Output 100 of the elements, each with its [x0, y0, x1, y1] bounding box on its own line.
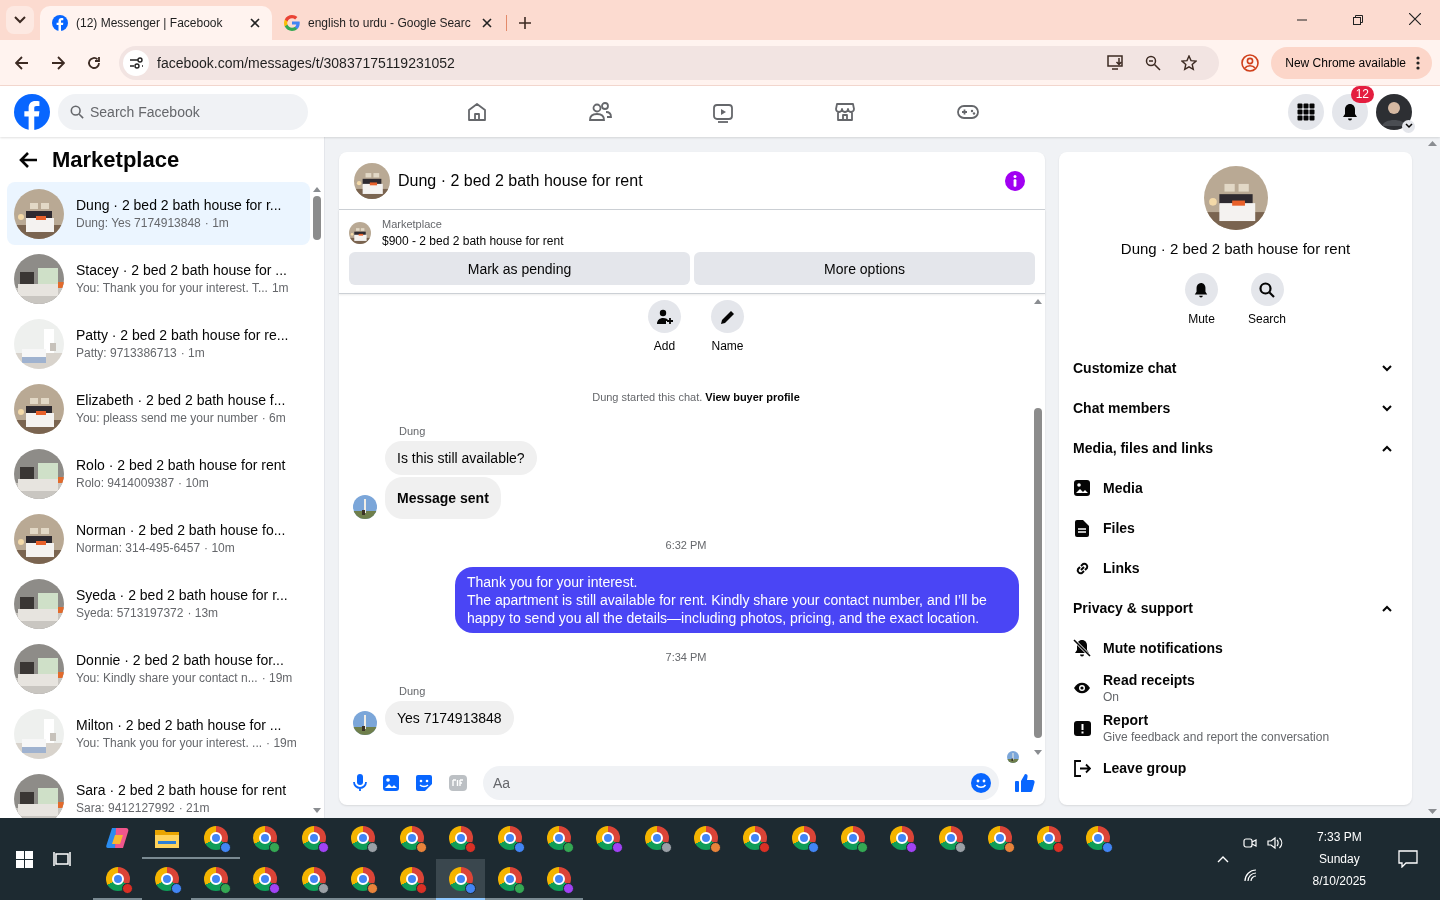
windows-start-icon[interactable]: [16, 850, 33, 868]
search-icon: [70, 104, 84, 119]
close-icon[interactable]: [250, 18, 260, 28]
update-button[interactable]: New Chrome available: [1271, 46, 1432, 79]
conversation-item[interactable]: Rolo · 2 bed 2 bath house for rent Rolo: 9414009387 · 10m: [7, 442, 310, 505]
section-header[interactable]: Media, files and links: [1073, 428, 1398, 468]
network-icon[interactable]: [1242, 868, 1259, 882]
menu-item[interactable]: Read receipts On: [1073, 668, 1398, 708]
menu-item[interactable]: Report Give feedback and report the conversation: [1073, 708, 1398, 748]
message-time: · 13m: [187, 606, 219, 620]
meeting-icon[interactable]: [1242, 836, 1257, 850]
profile-link[interactable]: View buyer profile: [705, 391, 800, 403]
scroll-up-icon[interactable]: [1034, 298, 1042, 304]
image-icon[interactable]: [383, 774, 399, 791]
browser-tab[interactable]: (12) Messenger | Facebook: [40, 6, 272, 40]
conversation-name: Dung · 2 bed 2 bath house for rent: [1120, 240, 1351, 257]
star-icon[interactable]: [1181, 54, 1198, 71]
menu-button[interactable]: [1288, 93, 1324, 130]
chrome-icon: [938, 825, 963, 850]
marketplace-icon[interactable]: [834, 100, 856, 123]
conversation-title: Donnie · 2 bed 2 bath house for...: [76, 652, 285, 668]
conversation-item[interactable]: Donnie · 2 bed 2 bath house for... You: Kindly share your contact n... · 19m: [7, 637, 310, 700]
message-bubble: Is this still available?: [385, 441, 537, 475]
sticker-icon[interactable]: [415, 773, 433, 792]
menu-item[interactable]: Mute notifications: [1073, 628, 1398, 668]
conversation-item[interactable]: Syeda · 2 bed 2 bath house for r... Syeda: 5713197372 · 13m: [7, 572, 310, 635]
chrome-icon: [791, 825, 816, 850]
close-icon[interactable]: [482, 18, 492, 28]
account-avatar[interactable]: [1376, 93, 1412, 130]
home-icon[interactable]: [466, 100, 488, 123]
new-tab-icon[interactable]: [519, 17, 531, 29]
browser-tab[interactable]: english to urdu - Google Searc: [272, 6, 504, 40]
message-input[interactable]: Aa: [483, 765, 999, 800]
section-header[interactable]: Privacy & support: [1073, 588, 1398, 628]
listing-button[interactable]: Mark as pending: [349, 252, 690, 285]
chat-title: Dung · 2 bed 2 bath house for rent: [398, 171, 643, 190]
address-bar[interactable]: facebook.com/messages/t/30837175119231052: [119, 45, 1220, 80]
conversation-item[interactable]: Dung · 2 bed 2 bath house for r... Dung: Yes 7174913848 · 1m: [7, 182, 310, 245]
install-app-icon[interactable]: [1107, 54, 1126, 71]
scroll-down-icon[interactable]: [1428, 809, 1437, 815]
taskbar-app[interactable]: [436, 859, 485, 900]
notification-center-icon[interactable]: [1398, 850, 1418, 868]
menu-item[interactable]: Leave group: [1073, 748, 1398, 788]
back-arrow-icon[interactable]: [18, 150, 38, 169]
scroll-up-icon[interactable]: [1428, 140, 1437, 146]
scroll-down-icon[interactable]: [313, 808, 321, 814]
menu-item[interactable]: Links: [1073, 548, 1398, 588]
section-header[interactable]: Customize chat: [1073, 348, 1398, 388]
scrollbar-thumb[interactable]: [313, 196, 321, 240]
conversation-item[interactable]: Patty · 2 bed 2 bath house for re... Patty: 9713386713 · 1m: [7, 312, 310, 375]
scroll-down-icon[interactable]: [1034, 750, 1042, 756]
gaming-icon[interactable]: [956, 102, 980, 121]
conversation-item[interactable]: Milton · 2 bed 2 bath house for ... You: Thank you for your interest. ... · 19m: [7, 702, 310, 765]
back-icon[interactable]: [15, 55, 29, 70]
section-header[interactable]: Chat members: [1073, 388, 1398, 428]
message-bubble: Message sent: [385, 477, 501, 519]
speaker-icon[interactable]: [1266, 836, 1283, 850]
thumbs-up-icon[interactable]: [1015, 772, 1035, 793]
listing-button[interactable]: More options: [694, 252, 1035, 285]
chevron-up-icon[interactable]: [1216, 855, 1229, 863]
folder-icon: [154, 827, 179, 848]
zoom-icon[interactable]: [1145, 54, 1162, 71]
conversation-title: Sara · 2 bed 2 bath house for rent: [76, 782, 287, 798]
menu-item[interactable]: Files: [1073, 508, 1398, 548]
message-time: · 6m: [261, 411, 286, 425]
microphone-icon[interactable]: [353, 773, 367, 792]
conversation-item[interactable]: Norman · 2 bed 2 bath house fo... Norman: 314-495-6457 · 10m: [7, 507, 310, 570]
grid-menu-icon: [1297, 102, 1315, 121]
forward-icon[interactable]: [51, 55, 65, 70]
conversation-item[interactable]: Stacey · 2 bed 2 bath house for ... You: Thank you for your interest. T... 1m: [7, 247, 310, 310]
emoji-icon[interactable]: [971, 772, 991, 793]
facebook-icon: [52, 15, 68, 31]
sender-name: Dung: [399, 685, 426, 697]
profile-icon[interactable]: [1241, 53, 1260, 72]
clock-date: 8/10/2025: [1312, 874, 1366, 888]
tab-search-button[interactable]: [6, 6, 34, 34]
message-preview: You: pleass send me your number: [76, 411, 258, 425]
friends-icon[interactable]: [588, 100, 612, 123]
scroll-up-icon[interactable]: [313, 186, 321, 192]
url-text: facebook.com/messages/t/30837175119231052: [157, 54, 455, 71]
eye-icon: [1073, 682, 1091, 694]
message-preview: Norman: 314-495-6457: [76, 541, 201, 555]
chrome-icon: [203, 866, 228, 891]
bell-icon: [1193, 281, 1210, 298]
reload-icon[interactable]: [87, 55, 101, 70]
info-icon[interactable]: [1005, 170, 1025, 191]
facebook-logo-icon[interactable]: [14, 93, 50, 130]
conversation-item[interactable]: Elizabeth · 2 bed 2 bath house f... You: pleass send me your number · 6m: [7, 377, 310, 440]
message-time: · 19m: [266, 736, 297, 750]
task-view-icon[interactable]: [53, 851, 71, 867]
restore-icon[interactable]: [1353, 15, 1363, 25]
chrome-icon: [1036, 825, 1061, 850]
chrome-icon: [350, 866, 375, 891]
site-settings-icon[interactable]: [123, 49, 149, 76]
menu-item[interactable]: Media: [1073, 468, 1398, 508]
sidebar-title: Marketplace: [52, 146, 180, 173]
message-preview: Syeda: 5713197372: [76, 606, 184, 620]
search-field[interactable]: Search Facebook: [58, 93, 308, 130]
scrollbar-thumb[interactable]: [1034, 408, 1042, 738]
close-icon[interactable]: [1409, 13, 1421, 25]
